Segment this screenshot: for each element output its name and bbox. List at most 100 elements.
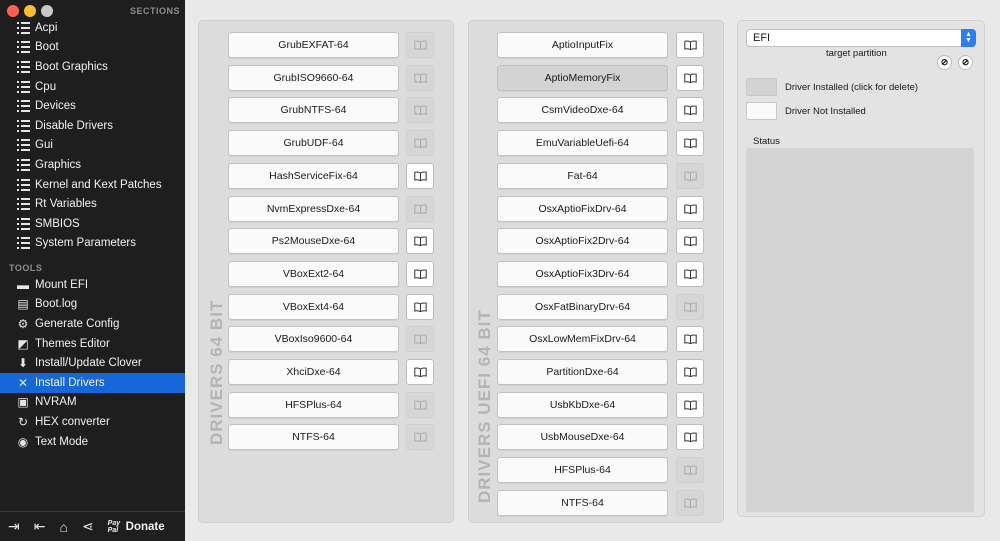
driver-button-osxlowmemfixdrv-64[interactable]: OsxLowMemFixDrv-64: [497, 326, 668, 353]
main-content: DRIVERS 64 BIT GrubEXFAT-64 GrubISO9660-6…: [185, 0, 1000, 541]
minimize-window-button[interactable]: [24, 5, 36, 17]
sidebar-item-kernel-and-kext-patches[interactable]: Kernel and Kext Patches: [0, 175, 185, 195]
book-icon[interactable]: [676, 228, 704, 255]
sign-out-icon[interactable]: ⇤: [34, 518, 46, 535]
driver-button-aptioinputfix[interactable]: AptioInputFix: [497, 32, 668, 58]
driver-button-grubiso9660-64[interactable]: GrubISO9660-64: [228, 64, 399, 91]
sidebar-item-label: Cpu: [35, 80, 57, 93]
sidebar-item-smbios[interactable]: SMBIOS: [0, 214, 185, 234]
book-icon[interactable]: [676, 64, 704, 91]
driver-button-osxfatbinarydrv-64[interactable]: OsxFatBinaryDrv-64: [497, 293, 668, 320]
book-icon[interactable]: [676, 260, 704, 287]
status-textarea[interactable]: [746, 148, 974, 512]
sidebar-item-label: Disable Drivers: [35, 119, 113, 132]
home-icon[interactable]: ⌂: [59, 518, 67, 535]
sidebar-item-graphics[interactable]: Graphics: [0, 155, 185, 175]
paypal-icon: Pay Pal: [107, 519, 121, 534]
sidebar-item-label: System Parameters: [35, 237, 136, 250]
book-icon[interactable]: [676, 130, 704, 157]
sidebar-item-disable-drivers[interactable]: Disable Drivers: [0, 116, 185, 136]
sidebar-item-boot-log[interactable]: ▤ Boot.log: [0, 295, 185, 315]
sidebar-item-boot[interactable]: Boot: [0, 38, 185, 58]
driver-button-csmvideodxe-64[interactable]: CsmVideoDxe-64: [497, 97, 668, 124]
driver-button-usbmousedxe-64[interactable]: UsbMouseDxe-64: [497, 424, 668, 451]
book-icon[interactable]: [676, 326, 704, 353]
sidebar-item-label: HEX converter: [35, 415, 110, 428]
sidebar-item-cpu[interactable]: Cpu: [0, 77, 185, 97]
sidebar-item-install-drivers[interactable]: ✕ Install Drivers: [0, 373, 185, 393]
sidebar-item-system-parameters[interactable]: System Parameters: [0, 234, 185, 254]
driver-button-nvmexpressdxe-64[interactable]: NvmExpressDxe-64: [228, 195, 399, 222]
drivers-uefi-title: DRIVERS UEFI 64 BIT: [475, 309, 494, 503]
book-icon: [406, 32, 434, 58]
sidebar-item-rt-variables[interactable]: Rt Variables: [0, 194, 185, 214]
driver-button-hashservicefix-64[interactable]: HashServiceFix-64: [228, 162, 399, 189]
unmount-button[interactable]: ⊘: [937, 55, 952, 70]
book-icon[interactable]: [406, 162, 434, 189]
donate-button[interactable]: Pay Pal Donate: [108, 520, 165, 534]
book-icon: [676, 457, 704, 484]
book-icon[interactable]: [406, 293, 434, 320]
book-icon[interactable]: [676, 424, 704, 451]
legend-not-installed-text: Driver Not Installed: [785, 106, 866, 117]
driver-button-osxaptiofix3drv-64[interactable]: OsxAptioFix3Drv-64: [497, 260, 668, 287]
sidebar-item-nvram[interactable]: ▣ NVRAM: [0, 393, 185, 413]
driver-button-osxaptiofixdrv-64[interactable]: OsxAptioFixDrv-64: [497, 195, 668, 222]
book-icon[interactable]: [676, 32, 704, 58]
sidebar-item-gui[interactable]: Gui: [0, 136, 185, 156]
list-icon: [16, 80, 30, 94]
share-icon[interactable]: ⋖: [82, 518, 94, 535]
book-icon: [406, 130, 434, 157]
driver-button-vboxext4-64[interactable]: VBoxExt4-64: [228, 293, 399, 320]
driver-button-osxaptiofix2drv-64[interactable]: OsxAptioFix2Drv-64: [497, 228, 668, 255]
refresh-icon: ↻: [17, 414, 29, 429]
zoom-window-button[interactable]: [41, 5, 53, 17]
book-icon[interactable]: [676, 391, 704, 418]
driver-button-ntfs-64[interactable]: NTFS-64: [497, 489, 668, 516]
driver-button-fat-64[interactable]: Fat-64: [497, 162, 668, 189]
sidebar-item-devices[interactable]: Devices: [0, 96, 185, 116]
sidebar-item-boot-graphics[interactable]: Boot Graphics: [0, 57, 185, 77]
right-panel: EFI ▲ ▼ target partition ⊘ ⊘ Driver Insta…: [737, 20, 985, 517]
driver-button-hfsplus-64[interactable]: HFSPlus-64: [228, 391, 399, 418]
book-icon[interactable]: [406, 228, 434, 255]
driver-button-ps2mousedxe-64[interactable]: Ps2MouseDxe-64: [228, 228, 399, 255]
driver-button-vboxiso9600-64[interactable]: VBoxIso9600-64: [228, 326, 399, 353]
driver-button-hfsplus-64[interactable]: HFSPlus-64: [497, 457, 668, 484]
driver-button-usbkbdxe-64[interactable]: UsbKbDxe-64: [497, 391, 668, 418]
eject-button[interactable]: ⊘: [958, 55, 973, 70]
driver-button-grubexfat-64[interactable]: GrubEXFAT-64: [228, 32, 399, 58]
sidebar-item-hex-converter[interactable]: ↻ HEX converter: [0, 412, 185, 432]
driver-button-xhcidxe-64[interactable]: XhciDxe-64: [228, 359, 399, 385]
sidebar-item-generate-config[interactable]: ⚙ Generate Config: [0, 314, 185, 334]
sidebar-item-label: Devices: [35, 100, 76, 113]
list-icon: [16, 197, 30, 211]
driver-button-ntfs-64[interactable]: NTFS-64: [228, 424, 399, 451]
driver-button-emuvariableuefi-64[interactable]: EmuVariableUefi-64: [497, 130, 668, 157]
sidebar-item-themes-editor[interactable]: ◩ Themes Editor: [0, 334, 185, 354]
driver-button-grubntfs-64[interactable]: GrubNTFS-64: [228, 97, 399, 124]
driver-button-aptiomemoryfix[interactable]: AptioMemoryFix: [497, 64, 668, 91]
book-icon[interactable]: [406, 260, 434, 287]
book-icon: [406, 195, 434, 222]
book-icon: [406, 97, 434, 124]
sections-header: SECTIONS: [130, 6, 181, 16]
book-icon[interactable]: [676, 97, 704, 124]
sign-in-icon[interactable]: ⇥: [8, 518, 20, 535]
driver-button-vboxext2-64[interactable]: VBoxExt2-64: [228, 260, 399, 287]
chevron-updown-icon: ▲ ▼: [961, 29, 976, 47]
book-icon: [676, 489, 704, 516]
sidebar-item-text-mode[interactable]: ◉ Text Mode: [0, 432, 185, 452]
sidebar-item-mount-efi[interactable]: ▬ Mount EFI: [0, 275, 185, 295]
sidebar-item-acpi[interactable]: Acpi: [0, 18, 185, 38]
driver-button-partitiondxe-64[interactable]: PartitionDxe-64: [497, 359, 668, 385]
close-window-button[interactable]: [7, 5, 19, 17]
sidebar-item-label: Graphics: [35, 158, 82, 171]
target-partition-select[interactable]: EFI ▲ ▼: [746, 29, 976, 47]
book-icon: [676, 162, 704, 189]
book-icon[interactable]: [676, 195, 704, 222]
book-icon[interactable]: [676, 359, 704, 385]
driver-button-grubudf-64[interactable]: GrubUDF-64: [228, 130, 399, 157]
book-icon[interactable]: [406, 359, 434, 385]
sidebar-item-install-update-clover[interactable]: ⬇ Install/Update Clover: [0, 353, 185, 373]
